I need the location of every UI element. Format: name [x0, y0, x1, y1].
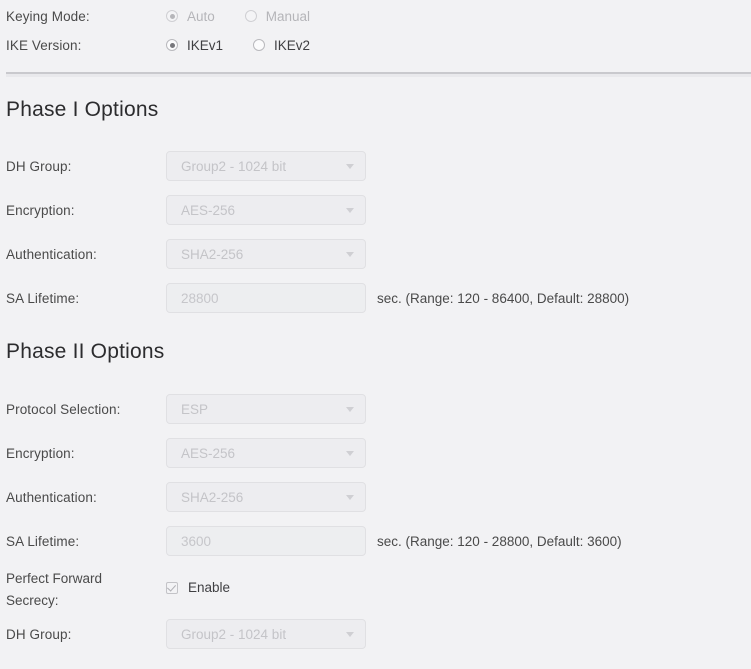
phase2-dh-group-label: DH Group: [6, 626, 72, 642]
phase1-encryption-select[interactable]: AES-256 [166, 195, 366, 225]
phase2-authentication-select[interactable]: SHA2-256 [166, 482, 366, 512]
phase1-dh-group-value: Group2 - 1024 bit [181, 158, 287, 174]
phase1-sa-lifetime-row: SA Lifetime: 28800 sec. (Range: 120 - 86… [0, 283, 751, 313]
phase2-authentication-label: Authentication: [6, 489, 97, 505]
chevron-down-icon[interactable] [346, 407, 354, 412]
phase1-sa-lifetime-label: SA Lifetime: [6, 290, 80, 306]
radio-selected-icon[interactable] [166, 39, 178, 51]
phase2-sa-lifetime-value: 3600 [181, 533, 212, 549]
phase2-pfs-label: Perfect Forward Secrecy: [6, 571, 103, 608]
ike-version-option-ikev2-label: IKEv2 [274, 37, 311, 53]
keying-mode-option-auto-label: Auto [187, 8, 215, 24]
chevron-down-icon[interactable] [346, 495, 354, 500]
keying-mode-radio-group[interactable]: Auto Manual [166, 9, 326, 24]
phase2-encryption-value: AES-256 [181, 445, 236, 461]
phase2-dh-group-select[interactable]: Group2 - 1024 bit [166, 619, 366, 649]
phase2-dh-group-value: Group2 - 1024 bit [181, 626, 287, 642]
phase2-sa-lifetime-row: SA Lifetime: 3600 sec. (Range: 120 - 288… [0, 526, 751, 556]
phase-1-heading: Phase I Options [6, 98, 159, 121]
ike-version-label: IKE Version: [6, 37, 82, 53]
phase2-sa-lifetime-helper: sec. (Range: 120 - 28800, Default: 3600) [377, 533, 622, 549]
checkbox-checked-icon[interactable] [166, 581, 178, 594]
phase1-authentication-select[interactable]: SHA2-256 [166, 239, 366, 269]
ike-version-radio-group[interactable]: IKEv1 IKEv2 [166, 38, 326, 53]
phase2-encryption-row: Encryption: AES-256 [0, 438, 751, 468]
phase2-protocol-selection-label: Protocol Selection: [6, 401, 121, 417]
phase1-authentication-value: SHA2-256 [181, 246, 244, 262]
phase1-sa-lifetime-helper: sec. (Range: 120 - 86400, Default: 28800… [377, 290, 630, 306]
radio-unselected-icon[interactable] [253, 39, 266, 51]
phase2-sa-lifetime-label: SA Lifetime: [6, 533, 80, 549]
keying-mode-label: Keying Mode: [6, 8, 90, 24]
phase2-authentication-value: SHA2-256 [181, 489, 244, 505]
phase2-authentication-row: Authentication: SHA2-256 [0, 482, 751, 512]
chevron-down-icon[interactable] [346, 632, 354, 637]
ike-version-option-ikev1-label: IKEv1 [187, 37, 224, 53]
phase2-dh-group-row: DH Group: Group2 - 1024 bit [0, 619, 751, 649]
keying-mode-option-manual[interactable]: Manual [244, 8, 311, 24]
phase1-authentication-row: Authentication: SHA2-256 [0, 239, 751, 269]
keying-mode-row: Keying Mode: Auto Manual [0, 5, 751, 27]
phase2-encryption-label: Encryption: [6, 445, 75, 461]
phase2-sa-lifetime-input[interactable]: 3600 [166, 526, 366, 556]
phase2-pfs-enable-label: Enable [188, 580, 231, 595]
section-divider-shadow [6, 74, 751, 77]
keying-mode-option-manual-label: Manual [265, 8, 311, 24]
ike-version-option-ikev2[interactable]: IKEv2 [253, 38, 310, 53]
chevron-down-icon[interactable] [346, 252, 354, 257]
phase1-encryption-label: Encryption: [6, 202, 75, 218]
phase2-pfs-enable-checkbox-wrap[interactable]: Enable [166, 580, 230, 595]
radio-unselected-icon[interactable] [244, 10, 257, 22]
phase1-encryption-value: AES-256 [181, 202, 236, 218]
ike-version-row: IKE Version: IKEv1 IKEv2 [0, 34, 751, 56]
radio-selected-icon[interactable] [166, 10, 178, 22]
phase1-sa-lifetime-input[interactable]: 28800 [166, 283, 366, 313]
chevron-down-icon[interactable] [346, 164, 354, 169]
phase2-protocol-selection-value: ESP [181, 401, 209, 417]
phase1-authentication-label: Authentication: [6, 246, 97, 262]
phase2-encryption-select[interactable]: AES-256 [166, 438, 366, 468]
phase2-protocol-selection-select[interactable]: ESP [166, 394, 366, 424]
chevron-down-icon[interactable] [346, 208, 354, 213]
phase-2-heading: Phase II Options [6, 340, 165, 363]
phase1-sa-lifetime-value: 28800 [181, 290, 219, 306]
keying-mode-option-auto[interactable]: Auto [166, 9, 215, 24]
vpn-ipsec-profile-form: Keying Mode: Auto Manual IKE Version: IK… [0, 0, 751, 669]
phase2-protocol-selection-row: Protocol Selection: ESP [0, 394, 751, 424]
ike-version-option-ikev1[interactable]: IKEv1 [166, 38, 223, 53]
phase1-dh-group-label: DH Group: [6, 158, 72, 174]
chevron-down-icon[interactable] [346, 451, 354, 456]
phase1-encryption-row: Encryption: AES-256 [0, 195, 751, 225]
phase1-dh-group-row: DH Group: Group2 - 1024 bit [0, 151, 751, 181]
phase1-dh-group-select[interactable]: Group2 - 1024 bit [166, 151, 366, 181]
